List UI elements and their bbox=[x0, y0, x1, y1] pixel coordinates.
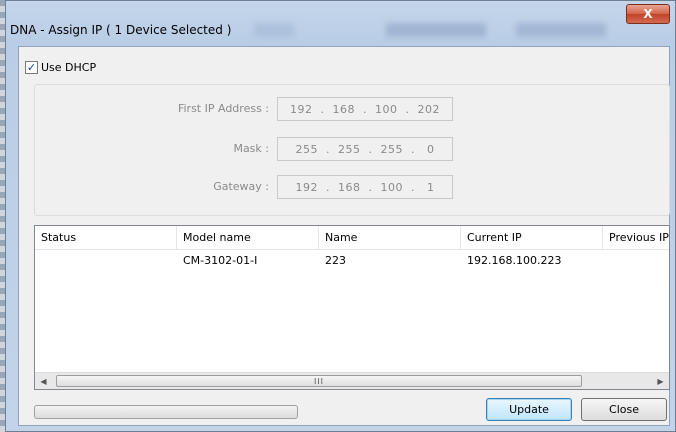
blurred-background-text bbox=[254, 23, 294, 37]
grip-icon: III bbox=[313, 376, 325, 386]
blurred-background-text bbox=[386, 23, 486, 37]
update-button[interactable]: Update bbox=[486, 398, 572, 421]
use-dhcp-row[interactable]: ✓ Use DHCP bbox=[25, 61, 96, 74]
use-dhcp-label[interactable]: Use DHCP bbox=[41, 61, 96, 74]
blurred-background-text bbox=[516, 23, 606, 37]
horizontal-scrollbar[interactable]: ◀ III ▶ bbox=[35, 372, 669, 389]
column-header-previous-ip[interactable]: Previous IP bbox=[603, 226, 669, 250]
gateway-field[interactable]: 192 . 168 . 100 . 1 bbox=[277, 175, 453, 199]
mask-label: Mask : bbox=[233, 142, 269, 155]
progress-bar bbox=[34, 405, 298, 419]
gateway-row: Gateway : 192 . 168 . 100 . 1 bbox=[35, 175, 669, 199]
window-close-button[interactable]: X bbox=[626, 4, 670, 24]
table-row[interactable]: CM-3102-01-I 223 192.168.100.223 bbox=[35, 251, 669, 271]
list-header: Status Model name Name Current IP Previo… bbox=[35, 226, 669, 250]
column-header-model-name[interactable]: Model name bbox=[177, 226, 319, 250]
scroll-right-icon[interactable]: ▶ bbox=[652, 373, 669, 389]
cell-model-name: CM-3102-01-I bbox=[183, 254, 258, 267]
first-ip-field[interactable]: 192 . 168 . 100 . 202 bbox=[277, 97, 453, 121]
use-dhcp-checkbox[interactable]: ✓ bbox=[25, 61, 38, 74]
first-ip-row: First IP Address : 192 . 168 . 100 . 202 bbox=[35, 97, 669, 121]
device-list[interactable]: Status Model name Name Current IP Previo… bbox=[34, 225, 670, 390]
mask-row: Mask : 255 . 255 . 255 . 0 bbox=[35, 137, 669, 161]
assign-ip-dialog: DNA - Assign IP ( 1 Device Selected ) X … bbox=[5, 0, 676, 432]
mask-field[interactable]: 255 . 255 . 255 . 0 bbox=[277, 137, 453, 161]
gateway-label: Gateway : bbox=[213, 180, 269, 193]
column-header-current-ip[interactable]: Current IP bbox=[461, 226, 603, 250]
dialog-client-area: ✓ Use DHCP First IP Address : 192 . 168 … bbox=[18, 46, 670, 426]
scroll-left-icon[interactable]: ◀ bbox=[35, 373, 52, 389]
title-bar[interactable]: DNA - Assign IP ( 1 Device Selected ) X bbox=[6, 1, 675, 45]
scrollbar-thumb[interactable]: III bbox=[56, 375, 582, 387]
close-icon: X bbox=[643, 7, 653, 21]
cell-current-ip: 192.168.100.223 bbox=[467, 254, 562, 267]
window-title: DNA - Assign IP ( 1 Device Selected ) bbox=[10, 23, 232, 37]
checkmark-icon: ✓ bbox=[26, 61, 37, 74]
ip-settings-group: First IP Address : 192 . 168 . 100 . 202… bbox=[34, 84, 670, 216]
cell-name: 223 bbox=[325, 254, 346, 267]
column-header-name[interactable]: Name bbox=[319, 226, 461, 250]
column-header-status[interactable]: Status bbox=[35, 226, 177, 250]
close-button[interactable]: Close bbox=[581, 398, 667, 421]
first-ip-label: First IP Address : bbox=[177, 102, 269, 115]
